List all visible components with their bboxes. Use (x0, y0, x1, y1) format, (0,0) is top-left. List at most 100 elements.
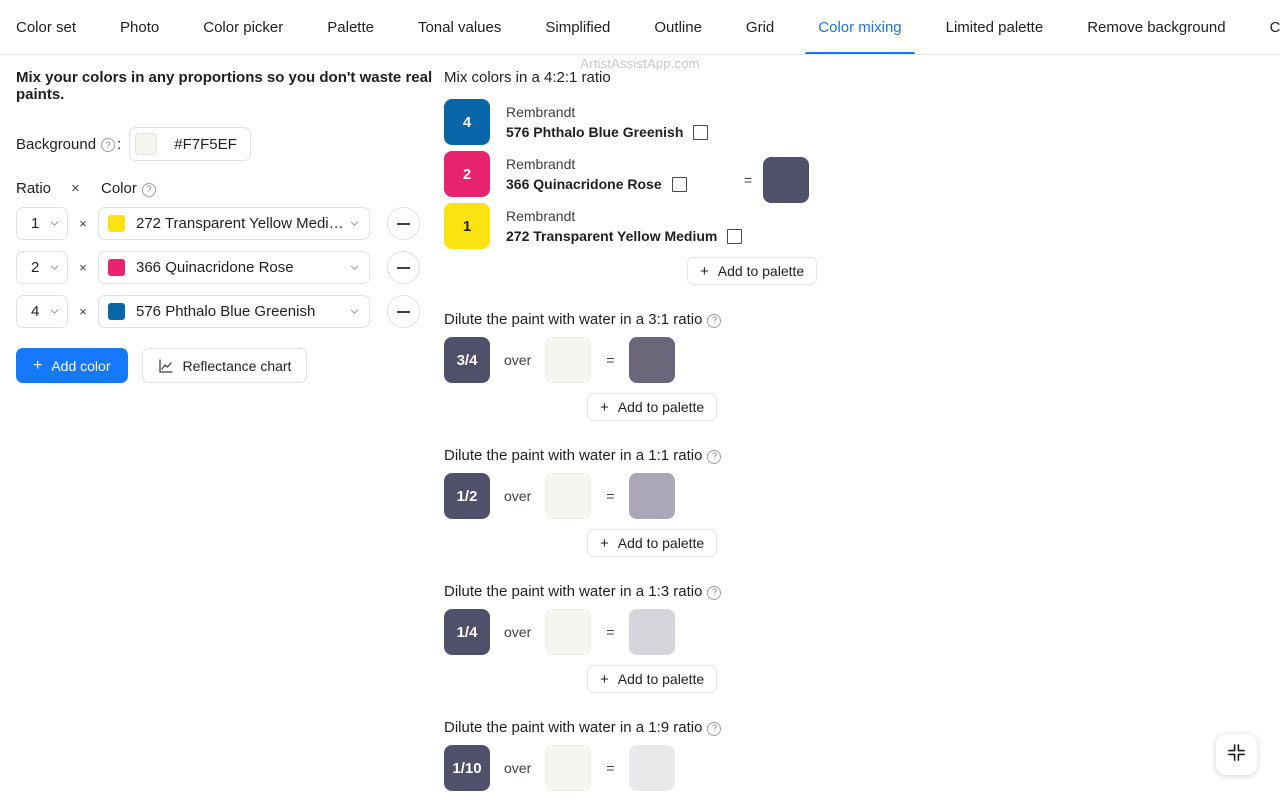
dilution-block: Dilute the paint with water in a 1:3 rat… (444, 583, 1004, 693)
color-select[interactable]: 576 Phthalo Blue Greenish (98, 295, 370, 328)
background-color-field[interactable]: #F7F5EF (129, 127, 251, 161)
checkbox-unchecked-icon[interactable] (671, 176, 687, 192)
question-circle-icon[interactable]: ? (707, 313, 722, 328)
ratio-select[interactable]: 1 (16, 207, 68, 240)
checkbox-unchecked-icon[interactable] (693, 124, 709, 140)
minus-icon (397, 222, 410, 225)
dilution-background-swatch (545, 745, 592, 791)
paint-name: 576 Phthalo Blue Greenish (506, 124, 684, 140)
tab-color-set[interactable]: Color set (16, 0, 76, 54)
dilution-result-swatch[interactable] (629, 609, 676, 655)
remove-color-button[interactable] (387, 207, 420, 240)
question-circle-icon[interactable]: ? (141, 182, 156, 197)
collapse-fullscreen-icon (1227, 743, 1246, 767)
chevron-down-icon (49, 306, 60, 317)
main-tab-bar: Color set Photo Color picker Palette Tonal v… (0, 0, 1280, 55)
tab-remove-background[interactable]: Remove background (1087, 0, 1225, 54)
reflectance-chart-button[interactable]: Reflectance chart (141, 348, 308, 383)
mix-composition: 4 Rembrandt 576 Phthalo Blue Greenish 2 Remb… (444, 99, 1004, 249)
tab-palette[interactable]: Palette (327, 0, 374, 54)
equals-sign: = (606, 352, 615, 368)
ratio-select[interactable]: 4 (16, 295, 68, 328)
dilution-result-swatch[interactable] (629, 473, 676, 519)
tab-photo[interactable]: Photo (120, 0, 159, 54)
tab-tonal-values[interactable]: Tonal values (418, 0, 501, 54)
question-circle-icon[interactable]: ? (707, 721, 722, 736)
color-name: 576 Phthalo Blue Greenish (136, 303, 316, 320)
mixing-results-panel: Mix colors in a 4:2:1 ratio 4 Rembrandt 57… (444, 69, 1004, 800)
paint-brand: Rembrandt (506, 207, 576, 224)
mix-ratio-title: Mix colors in a 4:2:1 ratio (444, 69, 611, 86)
over-label: over (504, 760, 532, 776)
dilution-fraction-chip: 1/2 (444, 473, 490, 519)
tab-compare[interactable]: Compare (1270, 0, 1280, 54)
add-to-palette-label: Add to palette (617, 399, 705, 415)
background-color-swatch[interactable] (135, 133, 158, 155)
line-chart-icon (158, 358, 174, 374)
mix-item: 2 Rembrandt 366 Quinacridone Rose (444, 151, 1004, 197)
color-rows-list: 1 × 272 Transparent Yellow Medium 2 × 366 Qui… (16, 207, 444, 328)
add-color-label: Add color (51, 357, 111, 374)
dilution-title-row: Dilute the paint with water in a 1:1 rat… (444, 447, 1004, 464)
ratio-value: 4 (31, 303, 40, 320)
dilution-block: Dilute the paint with water in a 1:9 rat… (444, 719, 1004, 800)
add-to-palette-button[interactable]: + Add to palette (587, 393, 718, 421)
dilution-title-row: Dilute the paint with water in a 1:9 rat… (444, 719, 1004, 736)
add-to-palette-button[interactable]: + Add to palette (687, 257, 818, 285)
add-to-palette-button[interactable]: + Add to palette (587, 665, 718, 693)
page-headline: Mix your colors in any proportions so yo… (16, 69, 433, 103)
color-column-header: Color ? (101, 180, 158, 197)
mix-parts-value: 1 (462, 217, 472, 235)
chevron-down-icon (349, 218, 360, 229)
dilution-row: 1/2 over = (444, 473, 1004, 519)
dilution-block: Dilute the paint with water in a 3:1 rat… (444, 311, 1004, 421)
dilution-result-swatch[interactable] (629, 745, 676, 791)
paint-brand: Rembrandt (506, 155, 576, 172)
plus-icon: + (600, 398, 609, 416)
chevron-down-icon (49, 218, 60, 229)
add-to-palette-label: Add to palette (617, 535, 705, 551)
multiply-symbol: × (79, 216, 87, 231)
color-swatch (108, 259, 125, 276)
paint-name: 272 Transparent Yellow Medium (506, 228, 718, 244)
dilution-background-swatch (545, 609, 592, 655)
remove-color-button[interactable] (387, 251, 420, 284)
dilution-row: 1/4 over = (444, 609, 1004, 655)
tab-grid[interactable]: Grid (746, 0, 774, 54)
add-color-button[interactable]: + Add color (16, 348, 128, 383)
ratio-column-header: Ratio (16, 180, 52, 197)
tab-limited-palette[interactable]: Limited palette (946, 0, 1044, 54)
color-select[interactable]: 366 Quinacridone Rose (98, 251, 370, 284)
mix-parts-value: 4 (462, 113, 472, 131)
question-circle-icon[interactable]: ? (707, 585, 722, 600)
dilution-title-row: Dilute the paint with water in a 3:1 rat… (444, 311, 1004, 328)
dilution-title-row: Dilute the paint with water in a 1:3 rat… (444, 583, 1004, 600)
mix-items-list: 4 Rembrandt 576 Phthalo Blue Greenish 2 Remb… (444, 99, 1004, 249)
mix-result-swatch[interactable] (763, 157, 810, 203)
ratio-select[interactable]: 2 (16, 251, 68, 284)
add-to-palette-button[interactable]: + Add to palette (587, 529, 718, 557)
tab-color-picker[interactable]: Color picker (203, 0, 283, 54)
question-circle-icon[interactable]: ? (101, 138, 116, 152)
tab-color-mixing[interactable]: Color mixing (805, 0, 916, 54)
paint-name: 366 Quinacridone Rose (506, 176, 662, 192)
tab-outline[interactable]: Outline (654, 0, 702, 54)
dilution-fraction: 1/2 (456, 487, 478, 505)
paint-name-row: 272 Transparent Yellow Medium (506, 226, 743, 246)
minus-icon (397, 266, 410, 269)
color-select[interactable]: 272 Transparent Yellow Medium (98, 207, 370, 240)
background-colon: : (117, 135, 122, 153)
mixing-controls-panel: Mix your colors in any proportions so yo… (0, 69, 444, 800)
remove-color-button[interactable] (387, 295, 420, 328)
mix-parts-chip: 4 (444, 99, 490, 145)
tab-simplified[interactable]: Simplified (545, 0, 610, 54)
dilution-add-to-palette-row: + Add to palette (587, 665, 1004, 693)
question-circle-icon[interactable]: ? (707, 449, 722, 464)
dilution-result-swatch[interactable] (629, 337, 676, 383)
dilution-fraction-chip: 1/4 (444, 609, 490, 655)
mix-parts-chip: 1 (444, 203, 490, 249)
color-name: 272 Transparent Yellow Medium (136, 215, 349, 232)
checkbox-unchecked-icon[interactable] (727, 228, 743, 244)
reflectance-chart-label: Reflectance chart (182, 357, 292, 374)
exit-fullscreen-button[interactable] (1216, 734, 1257, 775)
